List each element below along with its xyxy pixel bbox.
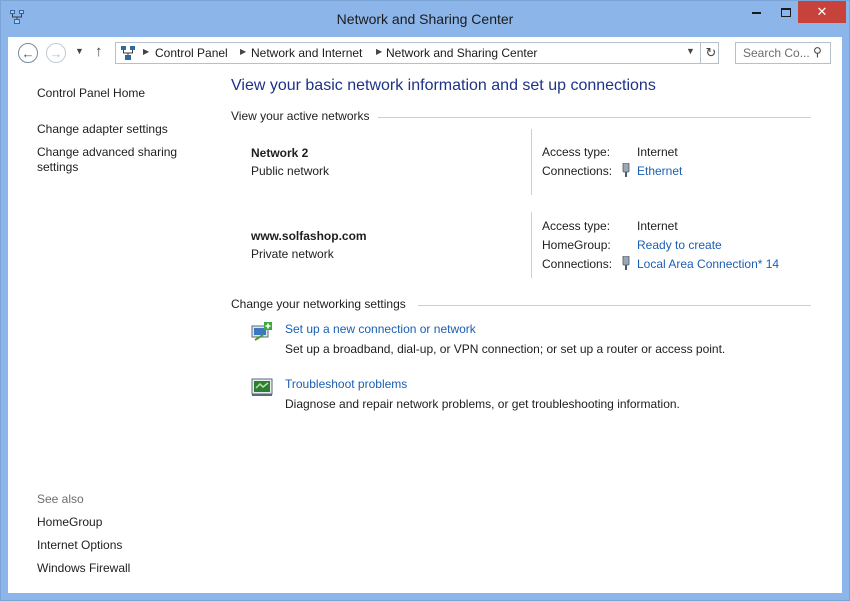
up-arrow-icon: ↑ bbox=[95, 43, 103, 60]
address-dropdown-icon[interactable]: ▼ bbox=[686, 46, 695, 56]
recent-locations-button[interactable]: ▼ bbox=[75, 46, 84, 56]
navigation-bar: ← → ▼ ↑ ▶ Control Panel ▶ Network and In… bbox=[8, 37, 842, 73]
breadcrumb-network-and-sharing-center[interactable]: Network and Sharing Center bbox=[386, 46, 537, 60]
maximize-button[interactable] bbox=[771, 1, 801, 23]
network-name: Network 2 bbox=[251, 146, 309, 160]
local-area-connection-link[interactable]: Local Area Connection* 14 bbox=[637, 257, 779, 271]
minimize-icon bbox=[751, 11, 761, 14]
sidebar-control-panel-home[interactable]: Control Panel Home bbox=[37, 86, 145, 101]
network-divider bbox=[531, 129, 532, 195]
search-placeholder: Search Co... bbox=[743, 46, 810, 60]
back-button[interactable]: ← bbox=[18, 43, 38, 63]
sidebar-internet-options[interactable]: Internet Options bbox=[37, 538, 122, 553]
network-center-icon bbox=[121, 46, 135, 60]
section-divider bbox=[418, 305, 811, 306]
forward-button[interactable]: → bbox=[46, 43, 66, 63]
page-title: View your basic network information and … bbox=[231, 77, 656, 94]
network-name: www.solfashop.com bbox=[251, 229, 367, 243]
close-icon: ✕ bbox=[816, 4, 828, 19]
setup-new-connection-link[interactable]: Set up a new connection or network bbox=[285, 322, 476, 336]
up-button[interactable]: ↑ bbox=[95, 43, 103, 60]
search-input[interactable]: Search Co... ⚲ bbox=[735, 42, 831, 64]
access-type-value: Internet bbox=[637, 145, 678, 159]
sidebar-change-adapter-settings[interactable]: Change adapter settings bbox=[37, 122, 168, 137]
search-icon[interactable]: ⚲ bbox=[813, 45, 822, 59]
maximize-icon bbox=[781, 8, 791, 18]
forward-arrow-icon: → bbox=[49, 46, 63, 61]
window-client-area: ← → ▼ ↑ ▶ Control Panel ▶ Network and In… bbox=[8, 37, 842, 593]
window-title: Network and Sharing Center bbox=[336, 11, 514, 27]
minimize-button[interactable] bbox=[741, 1, 771, 23]
network-sharing-center-window: Network and Sharing Center ✕ ← → ▼ ↑ ▶ C… bbox=[0, 0, 850, 601]
troubleshoot-icon bbox=[251, 378, 273, 396]
ethernet-plug-icon bbox=[622, 256, 630, 270]
close-button[interactable]: ✕ bbox=[798, 1, 846, 23]
homegroup-ready-link[interactable]: Ready to create bbox=[637, 238, 722, 252]
network-divider bbox=[531, 212, 532, 278]
main-content: View your basic network information and … bbox=[213, 73, 842, 593]
homegroup-label: HomeGroup: bbox=[542, 238, 611, 252]
section-divider bbox=[378, 117, 811, 118]
breadcrumb-separator-icon[interactable]: ▶ bbox=[240, 47, 246, 56]
access-type-label: Access type: bbox=[542, 219, 611, 233]
connections-label: Connections: bbox=[542, 164, 613, 178]
back-arrow-icon: ← bbox=[21, 46, 35, 61]
ethernet-plug-icon bbox=[622, 163, 630, 177]
chevron-down-icon: ▼ bbox=[75, 46, 84, 56]
breadcrumb-separator-icon[interactable]: ▶ bbox=[376, 47, 382, 56]
sidebar-homegroup[interactable]: HomeGroup bbox=[37, 515, 102, 530]
access-type-value: Internet bbox=[637, 219, 678, 233]
troubleshoot-problems-link[interactable]: Troubleshoot problems bbox=[285, 377, 407, 391]
active-networks-heading: View your active networks bbox=[231, 109, 370, 123]
sidebar-windows-firewall[interactable]: Windows Firewall bbox=[37, 561, 130, 576]
breadcrumb-network-and-internet[interactable]: Network and Internet bbox=[251, 46, 362, 60]
breadcrumb-separator-icon[interactable]: ▶ bbox=[143, 47, 149, 56]
new-connection-icon bbox=[251, 322, 272, 341]
see-also-heading: See also bbox=[37, 492, 84, 506]
troubleshoot-problems-description: Diagnose and repair network problems, or… bbox=[285, 397, 680, 411]
sidebar: Control Panel Home Change adapter settin… bbox=[8, 73, 213, 593]
ethernet-connection-link[interactable]: Ethernet bbox=[637, 164, 682, 178]
setup-new-connection-description: Set up a broadband, dial-up, or VPN conn… bbox=[285, 342, 726, 356]
address-bar[interactable]: ▶ Control Panel ▶ Network and Internet ▶… bbox=[115, 42, 719, 64]
sidebar-change-advanced-sharing-settings[interactable]: Change advanced sharing settings bbox=[37, 145, 187, 175]
connections-label: Connections: bbox=[542, 257, 613, 271]
breadcrumb-control-panel[interactable]: Control Panel bbox=[155, 46, 228, 60]
access-type-label: Access type: bbox=[542, 145, 611, 159]
network-category-link[interactable]: Private network bbox=[251, 247, 334, 261]
networking-settings-heading: Change your networking settings bbox=[231, 297, 406, 311]
network-category-link[interactable]: Public network bbox=[251, 164, 329, 178]
title-bar[interactable]: Network and Sharing Center ✕ bbox=[1, 1, 849, 37]
refresh-icon[interactable]: ↻ bbox=[700, 43, 721, 63]
